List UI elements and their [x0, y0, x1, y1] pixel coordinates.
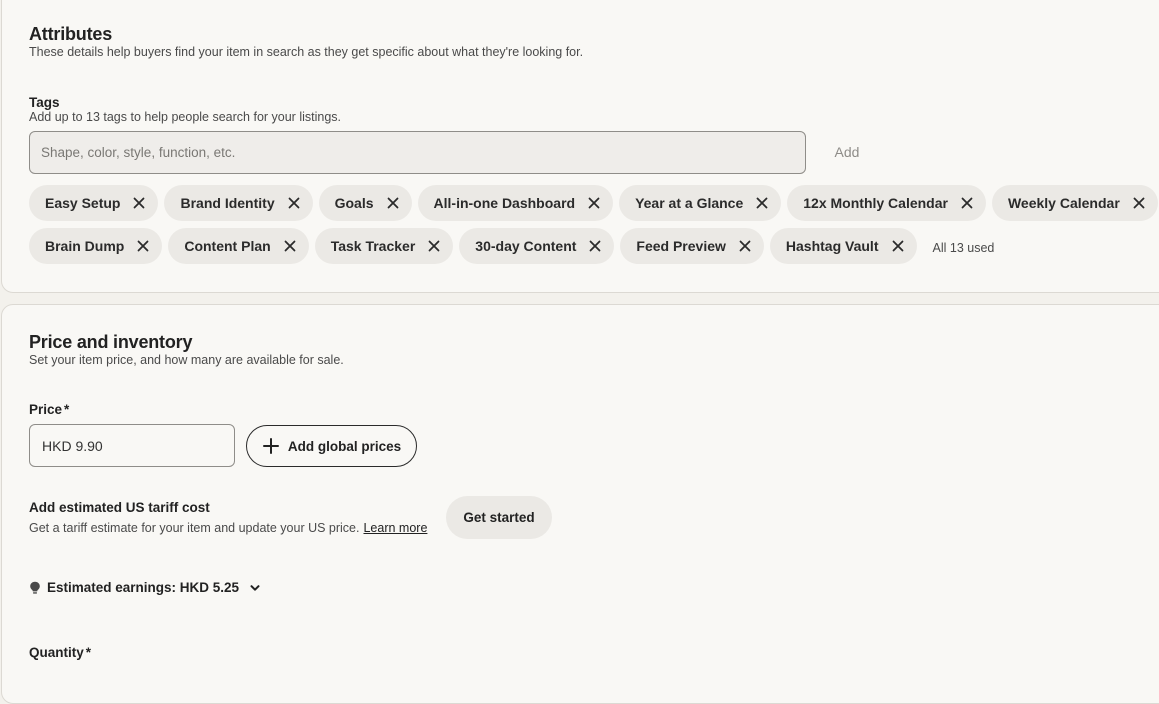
- tag-label: Hashtag Vault: [785, 238, 879, 254]
- tag-chip: All-in-one Dashboard: [417, 185, 614, 221]
- remove-tag-button[interactable]: [423, 235, 445, 257]
- quantity-label: Quantity *: [29, 645, 91, 660]
- remove-tag-button[interactable]: [734, 235, 756, 257]
- price-inventory-subtitle: Set your item price, and how many are av…: [29, 353, 344, 367]
- tag-chip: Easy Setup: [29, 185, 159, 221]
- tag-label: Task Tracker: [330, 238, 416, 254]
- remove-tag-button[interactable]: [279, 235, 301, 257]
- tag-label: Year at a Glance: [635, 195, 744, 211]
- close-icon: [588, 197, 600, 209]
- tariff-title: Add estimated US tariff cost: [29, 500, 210, 515]
- tags-label: Tags: [29, 95, 60, 110]
- tag-label: 12x Monthly Calendar: [803, 195, 948, 211]
- remove-tag-button[interactable]: [283, 192, 305, 214]
- remove-tag-button[interactable]: [583, 192, 605, 214]
- price-inventory-title: Price and inventory: [29, 332, 193, 352]
- tag-chip: Task Tracker: [314, 228, 454, 264]
- close-icon: [961, 197, 973, 209]
- close-icon: [134, 197, 145, 209]
- tag-chip: Goals: [318, 185, 412, 221]
- tag-list-row-2: Brain Dump Content Plan Task Tracker 30-…: [29, 228, 994, 264]
- tag-chip: Brand Identity: [164, 185, 313, 221]
- close-icon: [1133, 197, 1145, 209]
- tag-chip: 30-day Content: [459, 228, 615, 264]
- tag-chip: Hashtag Vault: [769, 228, 917, 264]
- tag-chip: 12x Monthly Calendar: [787, 185, 986, 221]
- price-label-text: Price: [29, 402, 63, 417]
- tag-chip: Weekly Calendar: [991, 185, 1158, 221]
- close-icon: [387, 197, 398, 209]
- tag-list-row-1: Easy Setup Brand Identity Goals All-in-o…: [29, 185, 1158, 221]
- tariff-help: Get a tariff estimate for your item and …: [29, 521, 427, 535]
- quantity-label-text: Quantity: [29, 645, 84, 660]
- tag-chip: Content Plan: [168, 228, 309, 264]
- learn-more-link[interactable]: Learn more: [363, 521, 427, 535]
- tariff-help-text: Get a tariff estimate for your item and …: [29, 521, 360, 535]
- estimated-earnings-label: Estimated earnings: HKD 5.25: [47, 580, 240, 595]
- remove-tag-button[interactable]: [584, 235, 606, 257]
- tag-chip: Year at a Glance: [619, 185, 782, 221]
- tag-chip: Brain Dump: [29, 228, 163, 264]
- add-global-prices-label: Add global prices: [287, 438, 402, 454]
- tag-label: All-in-one Dashboard: [433, 195, 576, 211]
- close-icon: [428, 240, 440, 252]
- tag-label: Weekly Calendar: [1007, 195, 1120, 211]
- close-icon: [756, 197, 768, 209]
- tag-label: 30-day Content: [475, 238, 577, 254]
- remove-tag-button[interactable]: [751, 192, 773, 214]
- remove-tag-button[interactable]: [887, 235, 909, 257]
- remove-tag-button[interactable]: [382, 192, 404, 214]
- tag-label: Brain Dump: [45, 238, 125, 254]
- tag-label: Content Plan: [184, 238, 271, 254]
- close-icon: [739, 240, 751, 252]
- plus-icon: [262, 438, 279, 454]
- attributes-subtitle: These details help buyers find your item…: [29, 45, 584, 59]
- required-mark: *: [64, 402, 70, 417]
- close-icon: [137, 240, 149, 252]
- tag-label: Feed Preview: [636, 238, 726, 254]
- price-label: Price *: [29, 402, 69, 417]
- tag-label: Goals: [334, 195, 374, 211]
- close-icon: [288, 197, 300, 209]
- price-input[interactable]: [40, 436, 224, 455]
- remove-tag-button[interactable]: [1128, 192, 1150, 214]
- tag-label: Easy Setup: [45, 195, 121, 211]
- tags-help: Add up to 13 tags to help people search …: [29, 110, 341, 124]
- add-global-prices-button[interactable]: Add global prices: [246, 425, 417, 467]
- tags-used-count: All 13 used: [932, 240, 995, 255]
- required-mark: *: [85, 645, 92, 660]
- add-tag-button[interactable]: Add: [822, 135, 872, 169]
- price-field[interactable]: [29, 424, 235, 467]
- remove-tag-button[interactable]: [132, 235, 154, 257]
- close-icon: [284, 240, 296, 252]
- tag-chip: Feed Preview: [620, 228, 764, 264]
- close-icon: [590, 240, 601, 252]
- tags-input[interactable]: [29, 131, 806, 174]
- chevron-down-icon: [250, 584, 260, 591]
- remove-tag-button[interactable]: [128, 192, 150, 214]
- tag-label: Brand Identity: [180, 195, 275, 211]
- attributes-title: Attributes: [29, 24, 112, 44]
- estimated-earnings-toggle[interactable]: Estimated earnings: HKD 5.25: [29, 580, 261, 595]
- close-icon: [892, 240, 903, 252]
- lightbulb-icon: [30, 581, 40, 594]
- remove-tag-button[interactable]: [956, 192, 978, 214]
- get-started-button[interactable]: Get started: [446, 496, 552, 539]
